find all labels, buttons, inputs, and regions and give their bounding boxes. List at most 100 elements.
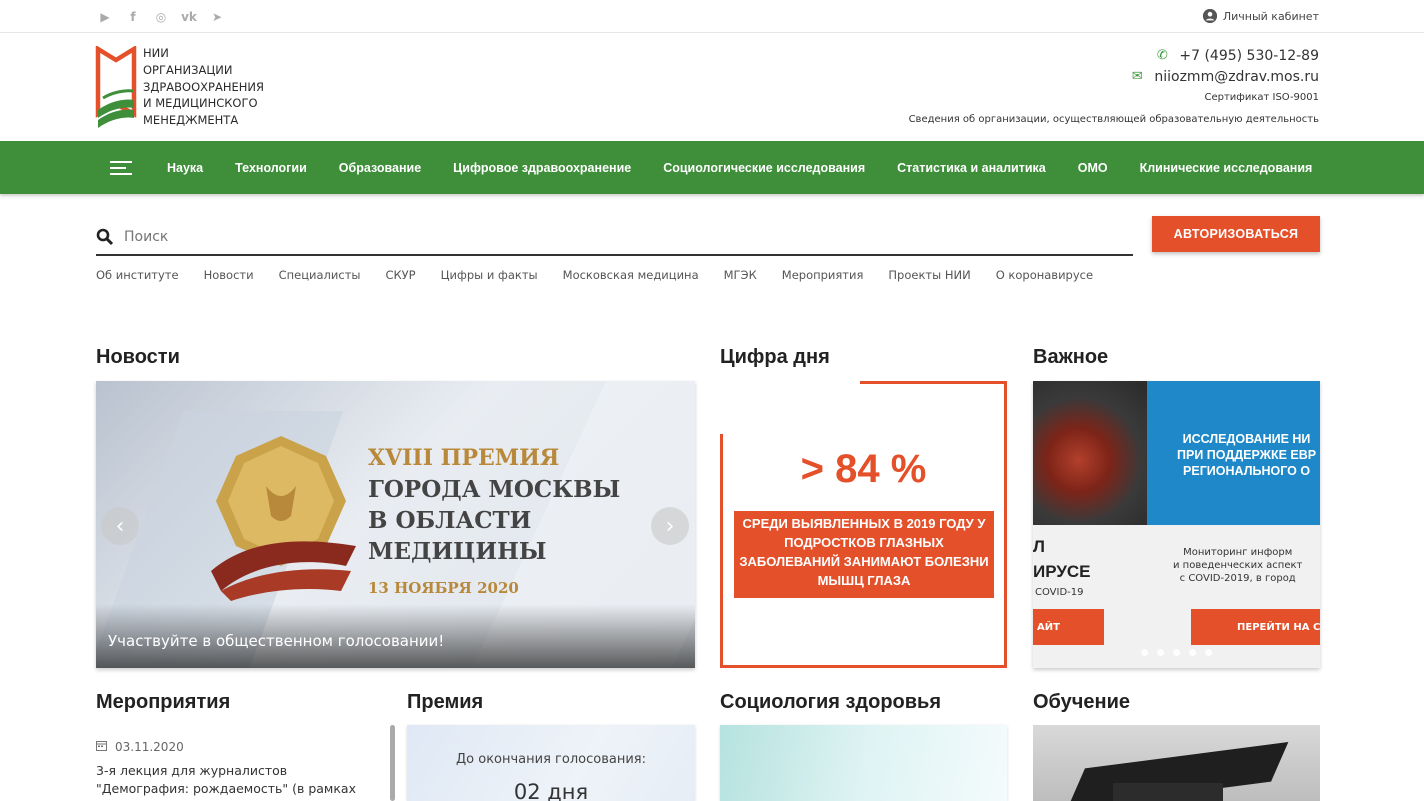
subnav-skur[interactable]: СКУР <box>385 268 415 282</box>
social-links: ▶ f ◎ vk ➤ <box>96 8 226 26</box>
award-countdown-label: До окончания голосования: <box>456 752 646 767</box>
slider-prev-button[interactable]: ‹ <box>101 507 139 545</box>
frame-line <box>720 665 1007 668</box>
authorize-button[interactable]: АВТОРИЗОВАТЬСЯ <box>1152 216 1320 252</box>
facebook-icon[interactable]: f <box>124 8 142 26</box>
digit-title[interactable]: Цифра дня <box>720 346 830 369</box>
phone-link[interactable]: ✆ +7 (495) 530-12-89 <box>909 45 1319 66</box>
search-bar <box>96 219 1133 256</box>
subnav-moscow-medicine[interactable]: Московская медицина <box>563 268 699 282</box>
nav-item-digital-health[interactable]: Цифровое здравоохранение <box>453 161 631 175</box>
subnav-mgek[interactable]: МГЭК <box>724 268 757 282</box>
logo-mark-icon <box>95 46 137 128</box>
search-input[interactable] <box>124 228 1024 245</box>
chevron-right-icon: › <box>665 513 675 539</box>
slide-line: В ОБЛАСТИ <box>368 507 532 534</box>
subnav-facts[interactable]: Цифры и факты <box>441 268 538 282</box>
nav-item-science[interactable]: Наука <box>167 161 203 175</box>
youtube-icon[interactable]: ▶ <box>96 8 114 26</box>
important-slider[interactable]: ИССЛЕДОВАНИЕ НИ ПРИ ПОДДЕРЖКЕ ЕВР РЕГИОН… <box>1033 381 1320 668</box>
header: НИИ ОРГАНИЗАЦИИ ЗДРАВООХРАНЕНИЯ И МЕДИЦИ… <box>0 33 1424 141</box>
logo-text: НИИ ОРГАНИЗАЦИИ ЗДРАВООХРАНЕНИЯ И МЕДИЦИ… <box>143 45 264 129</box>
subnav-projects[interactable]: Проекты НИИ <box>888 268 970 282</box>
slide-caption: Участвуйте в общественном голосовании! <box>96 604 695 668</box>
calendar-icon <box>96 740 107 754</box>
nav-item-technologies[interactable]: Технологии <box>235 161 307 175</box>
award-countdown-value: 02 дня <box>513 780 589 801</box>
slide-headline: XVIII ПРЕМИЯ ГОРОДА МОСКВЫ В ОБЛАСТИ МЕД… <box>368 443 620 597</box>
important-title[interactable]: Важное <box>1033 346 1108 369</box>
nav-item-education[interactable]: Образование <box>339 161 421 175</box>
important-subtitle: COVID-19 <box>1035 587 1084 598</box>
vk-icon[interactable]: vk <box>180 8 198 26</box>
slider-next-button[interactable]: › <box>651 507 689 545</box>
slide-line: XVIII ПРЕМИЯ <box>368 445 560 471</box>
monitoring-text: Мониторинг информ и поведенческих аспект… <box>1173 547 1303 584</box>
menu-icon[interactable] <box>110 161 132 175</box>
nav-item-sociology[interactable]: Социологические исследования <box>663 161 865 175</box>
news-title[interactable]: Новости <box>96 346 180 369</box>
slide-caption-text[interactable]: Участвуйте в общественном голосовании! <box>108 632 444 650</box>
top-bar: ▶ f ◎ vk ➤ Личный кабинет <box>0 0 1424 33</box>
event-date: 03.11.2020 <box>96 740 184 754</box>
telegram-icon[interactable]: ➤ <box>208 8 226 26</box>
certificate-link[interactable]: Сертификат ISO-9001 <box>909 92 1319 108</box>
slider-dot[interactable] <box>1157 649 1164 656</box>
logo[interactable]: НИИ ОРГАНИЗАЦИИ ЗДРАВООХРАНЕНИЯ И МЕДИЦИ… <box>95 46 264 129</box>
org-info-link[interactable]: Сведения об организации, осуществляющей … <box>909 114 1319 125</box>
subnav-coronavirus[interactable]: О коронавирусе <box>996 268 1093 282</box>
frame-line <box>860 381 1007 384</box>
study-banner-text: ИССЛЕДОВАНИЕ НИ ПРИ ПОДДЕРЖКЕ ЕВР РЕГИОН… <box>1177 432 1317 478</box>
logo-line: И МЕДИЦИНСКОГО <box>143 96 258 111</box>
user-icon <box>1202 9 1217 23</box>
education-title[interactable]: Обучение <box>1033 691 1130 714</box>
email-link[interactable]: ✉ niiozmm@zdrav.mos.ru <box>909 66 1319 87</box>
events-scrollbar[interactable] <box>390 725 395 801</box>
award-emblem-icon <box>211 436 356 601</box>
logo-line: МЕНЕДЖМЕНТА <box>143 113 239 128</box>
study-banner: ИССЛЕДОВАНИЕ НИ ПРИ ПОДДЕРЖКЕ ЕВР РЕГИОН… <box>1147 381 1320 525</box>
subnav-events[interactable]: Мероприятия <box>782 268 864 282</box>
nav-item-statistics[interactable]: Статистика и аналитика <box>897 161 1046 175</box>
personal-cabinet-label: Личный кабинет <box>1222 9 1319 23</box>
slide-line: ГОРОДА МОСКВЫ <box>368 476 621 503</box>
graduation-cap-base <box>1113 783 1223 801</box>
subnav-specialists[interactable]: Специалисты <box>279 268 361 282</box>
slider-dot[interactable] <box>1205 649 1212 656</box>
award-title[interactable]: Премия <box>407 691 483 714</box>
event-title-link[interactable]: 3-я лекция для журналистов "Демография: … <box>96 762 381 798</box>
personal-cabinet-link[interactable]: Личный кабинет <box>1202 9 1319 23</box>
nav-item-clinical-research[interactable]: Клинические исследования <box>1140 161 1313 175</box>
phone-icon: ✆ <box>1156 48 1168 63</box>
envelope-icon: ✉ <box>1131 69 1143 84</box>
slider-dot[interactable] <box>1141 649 1148 656</box>
virus-image <box>1033 381 1147 525</box>
digit-card[interactable]: > 84 % СРЕДИ ВЫЯВЛЕННЫХ В 2019 ГОДУ У ПО… <box>720 381 1007 668</box>
phone-number: +7 (495) 530-12-89 <box>1179 47 1319 64</box>
news-slider[interactable]: XVIII ПРЕМИЯ ГОРОДА МОСКВЫ В ОБЛАСТИ МЕД… <box>96 381 695 668</box>
award-card[interactable]: До окончания голосования: 02 дня <box>407 725 695 801</box>
search-icon <box>96 228 114 246</box>
logo-line: ЗДРАВООХРАНЕНИЯ <box>143 79 264 94</box>
subnav-news[interactable]: Новости <box>204 268 254 282</box>
events-title[interactable]: Мероприятия <box>96 691 230 714</box>
chevron-left-icon: ‹ <box>115 513 125 539</box>
important-heading-line: ИРУСЕ <box>1033 562 1091 581</box>
event-date-text: 03.11.2020 <box>115 740 184 754</box>
digit-value: > 84 % <box>800 447 927 491</box>
instagram-icon[interactable]: ◎ <box>152 8 170 26</box>
important-left-button[interactable]: АЙТ <box>1033 609 1104 645</box>
slide-date: 13 НОЯБРЯ 2020 <box>368 579 519 597</box>
sociology-card[interactable] <box>720 725 1007 801</box>
slider-dot[interactable] <box>1189 649 1196 656</box>
important-go-button[interactable]: ПЕРЕЙТИ НА С <box>1191 609 1320 645</box>
sociology-title[interactable]: Социология здоровья <box>720 691 941 714</box>
subnav-about[interactable]: Об институте <box>96 268 179 282</box>
nav-item-omo[interactable]: ОМО <box>1078 161 1108 175</box>
frame-line <box>1004 381 1007 668</box>
nav-items: Наука Технологии Образование Цифровое зд… <box>167 141 1312 194</box>
slider-dot[interactable] <box>1173 649 1180 656</box>
slide-line: МЕДИЦИНЫ <box>368 538 547 565</box>
education-card[interactable] <box>1033 725 1320 801</box>
digit-description: СРЕДИ ВЫЯВЛЕННЫХ В 2019 ГОДУ У ПОДРОСТКО… <box>734 511 994 598</box>
